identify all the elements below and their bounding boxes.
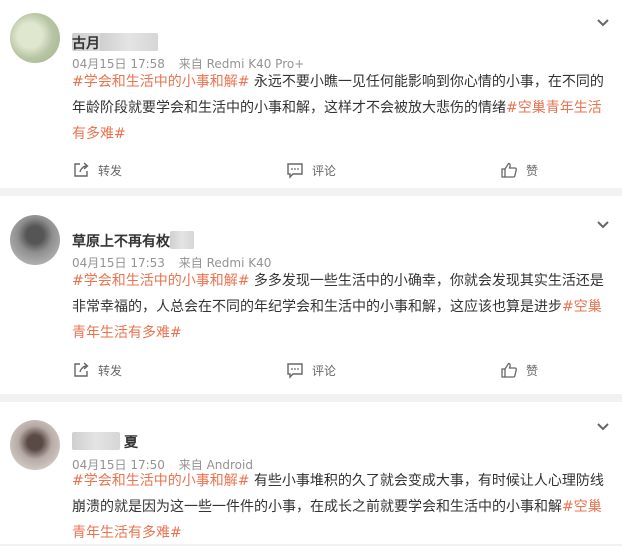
- post-card: 夏 04月15日 17:50 来自 Android #学会和生活中的小事和解# …: [0, 402, 622, 544]
- thumbs-up-icon: [501, 162, 517, 178]
- like-button[interactable]: 赞: [500, 360, 538, 380]
- chevron-down-icon[interactable]: [596, 422, 610, 432]
- username[interactable]: 草原上不再有枚: [72, 231, 170, 251]
- like-label: 赞: [526, 363, 539, 378]
- avatar[interactable]: [10, 215, 60, 265]
- username-blur-mask: [100, 33, 158, 51]
- username[interactable]: 夏: [124, 432, 138, 452]
- chevron-down-icon[interactable]: [596, 18, 610, 28]
- hashtag-link[interactable]: #学会和生活中的小事和解#: [72, 74, 249, 90]
- post-content: #学会和生活中的小事和解# 多多发现一些生活中的小确幸，你就会发现其实生活还是非…: [72, 268, 612, 346]
- avatar[interactable]: [10, 13, 60, 63]
- share-button[interactable]: 转发: [72, 360, 122, 380]
- hashtag-link[interactable]: #学会和生活中的小事和解#: [72, 273, 249, 289]
- comment-icon: [287, 363, 303, 379]
- thumbs-up-icon: [501, 362, 517, 378]
- username[interactable]: 古月: [72, 33, 100, 53]
- post-card: 古月 04月15日 17:58 来自 Redmi K40 Pro+ #学会和生活…: [0, 0, 622, 188]
- chevron-down-icon[interactable]: [596, 220, 610, 230]
- comment-label: 评论: [312, 363, 337, 378]
- share-label: 转发: [98, 363, 123, 378]
- share-icon: [74, 362, 89, 377]
- share-label: 转发: [98, 163, 123, 178]
- hashtag-link[interactable]: #学会和生活中的小事和解#: [72, 473, 249, 489]
- like-label: 赞: [526, 163, 539, 178]
- comment-label: 评论: [312, 163, 337, 178]
- username-blur-mask: [170, 231, 194, 249]
- weibo-feed: 古月 04月15日 17:58 来自 Redmi K40 Pro+ #学会和生活…: [0, 0, 622, 544]
- avatar[interactable]: [10, 420, 60, 470]
- comment-icon: [287, 163, 303, 179]
- share-button[interactable]: 转发: [72, 160, 122, 180]
- comment-button[interactable]: 评论: [286, 360, 336, 380]
- post-content: #学会和生活中的小事和解# 有些小事堆积的久了就会变成大事，有时候让人心理防线崩…: [72, 468, 612, 546]
- post-card: 草原上不再有枚 04月15日 17:53 来自 Redmi K40 #学会和生活…: [0, 196, 622, 394]
- post-content: #学会和生活中的小事和解# 永远不要小瞧一见任何能影响到你心情的小事，在不同的年…: [72, 69, 612, 147]
- post-actions: 转发 评论 赞: [0, 360, 622, 380]
- comment-button[interactable]: 评论: [286, 160, 336, 180]
- like-button[interactable]: 赞: [500, 160, 538, 180]
- share-icon: [74, 162, 89, 177]
- username-blur-mask: [72, 432, 120, 450]
- post-actions: 转发 评论 赞: [0, 160, 622, 180]
